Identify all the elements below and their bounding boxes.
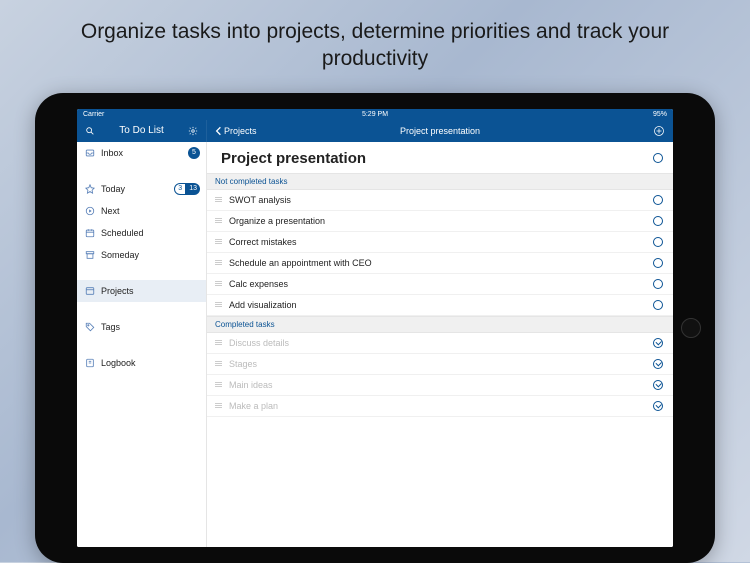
main-panel: Project presentation Not completed tasks… xyxy=(207,142,673,547)
task-label: Discuss details xyxy=(229,338,646,348)
task-completed-icon[interactable] xyxy=(653,359,663,369)
drag-handle-icon[interactable] xyxy=(215,281,222,285)
task-complete-toggle[interactable] xyxy=(653,258,663,268)
task-label: Main ideas xyxy=(229,380,646,390)
archive-icon xyxy=(85,250,95,260)
task-label: SWOT analysis xyxy=(229,195,646,205)
task-completed-icon[interactable] xyxy=(653,401,663,411)
task-row[interactable]: SWOT analysis xyxy=(207,190,673,211)
project-title: Project presentation xyxy=(221,150,366,167)
plus-circle-icon xyxy=(653,125,665,137)
sidebar-item-projects[interactable]: Projects xyxy=(77,280,206,302)
inbox-icon xyxy=(85,148,95,158)
sidebar-item-label: Today xyxy=(101,184,125,194)
task-label: Schedule an appointment with CEO xyxy=(229,258,646,268)
task-complete-toggle[interactable] xyxy=(653,195,663,205)
drag-handle-icon[interactable] xyxy=(215,361,222,365)
task-row[interactable]: Make a plan xyxy=(207,396,673,417)
status-time: 5:29 PM xyxy=(362,111,388,118)
drag-handle-icon[interactable] xyxy=(215,239,222,243)
section-not-completed: Not completed tasks xyxy=(207,173,673,190)
task-label: Organize a presentation xyxy=(229,216,646,226)
task-row[interactable]: Discuss details xyxy=(207,333,673,354)
back-label: Projects xyxy=(224,126,257,136)
ipad-frame: Carrier 5:29 PM 95% To Do List Projects … xyxy=(35,93,715,563)
sidebar-badge-pair: 3 13 xyxy=(174,183,200,195)
drag-handle-icon[interactable] xyxy=(215,302,222,306)
drag-handle-icon[interactable] xyxy=(215,197,222,201)
sidebar-title: To Do List xyxy=(119,125,163,136)
task-complete-toggle[interactable] xyxy=(653,237,663,247)
status-carrier: Carrier xyxy=(83,111,104,118)
task-row[interactable]: Add visualization xyxy=(207,295,673,316)
calendar-icon xyxy=(85,228,95,238)
add-button[interactable] xyxy=(653,125,665,137)
task-complete-toggle[interactable] xyxy=(653,300,663,310)
home-button[interactable] xyxy=(681,318,701,338)
back-button[interactable]: Projects xyxy=(215,126,257,136)
tag-icon xyxy=(85,322,95,332)
gear-icon[interactable] xyxy=(188,126,198,136)
task-label: Correct mistakes xyxy=(229,237,646,247)
task-completed-icon[interactable] xyxy=(653,338,663,348)
task-row[interactable]: Organize a presentation xyxy=(207,211,673,232)
task-complete-toggle[interactable] xyxy=(653,279,663,289)
content: Inbox 5 Today 3 13 Next xyxy=(77,142,673,547)
sidebar-item-label: Scheduled xyxy=(101,228,144,238)
nav-title: Project presentation xyxy=(400,126,480,136)
sidebar-item-next[interactable]: Next xyxy=(77,200,206,222)
drag-handle-icon[interactable] xyxy=(215,218,222,222)
section-completed: Completed tasks xyxy=(207,316,673,333)
task-row[interactable]: Stages xyxy=(207,354,673,375)
next-icon xyxy=(85,206,95,216)
search-icon[interactable] xyxy=(85,126,95,136)
sidebar-item-label: Logbook xyxy=(101,358,136,368)
sidebar-item-label: Someday xyxy=(101,250,139,260)
task-label: Stages xyxy=(229,359,646,369)
status-battery: 95% xyxy=(653,111,667,118)
task-label: Calc expenses xyxy=(229,279,646,289)
sidebar-item-logbook[interactable]: Logbook xyxy=(77,352,206,374)
screen: Carrier 5:29 PM 95% To Do List Projects … xyxy=(77,109,673,547)
sidebar-item-inbox[interactable]: Inbox 5 xyxy=(77,142,206,164)
task-row[interactable]: Schedule an appointment with CEO xyxy=(207,253,673,274)
task-complete-toggle[interactable] xyxy=(653,216,663,226)
top-nav-right: Projects Project presentation xyxy=(207,120,673,142)
status-bar: Carrier 5:29 PM 95% xyxy=(77,109,673,120)
task-row[interactable]: Correct mistakes xyxy=(207,232,673,253)
task-row[interactable]: Main ideas xyxy=(207,375,673,396)
sidebar-badge: 5 xyxy=(188,147,200,159)
projects-icon xyxy=(85,286,95,296)
sidebar-item-someday[interactable]: Someday xyxy=(77,244,206,266)
drag-handle-icon[interactable] xyxy=(215,340,222,344)
sidebar-item-label: Projects xyxy=(101,286,134,296)
logbook-icon xyxy=(85,358,95,368)
task-label: Add visualization xyxy=(229,300,646,310)
drag-handle-icon[interactable] xyxy=(215,403,222,407)
promo-caption: Organize tasks into projects, determine … xyxy=(0,0,750,85)
sidebar-item-label: Inbox xyxy=(101,148,123,158)
drag-handle-icon[interactable] xyxy=(215,382,222,386)
top-nav-left: To Do List xyxy=(77,120,207,142)
task-completed-icon[interactable] xyxy=(653,380,663,390)
sidebar-item-label: Next xyxy=(101,206,120,216)
drag-handle-icon[interactable] xyxy=(215,260,222,264)
sidebar: Inbox 5 Today 3 13 Next xyxy=(77,142,207,547)
project-complete-toggle[interactable] xyxy=(653,153,663,163)
sidebar-item-today[interactable]: Today 3 13 xyxy=(77,178,206,200)
top-nav: To Do List Projects Project presentation xyxy=(77,120,673,142)
star-icon xyxy=(85,184,95,194)
chevron-left-icon xyxy=(215,126,222,136)
project-header: Project presentation xyxy=(207,142,673,173)
sidebar-item-scheduled[interactable]: Scheduled xyxy=(77,222,206,244)
task-row[interactable]: Calc expenses xyxy=(207,274,673,295)
sidebar-item-label: Tags xyxy=(101,322,120,332)
sidebar-item-tags[interactable]: Tags xyxy=(77,316,206,338)
task-label: Make a plan xyxy=(229,401,646,411)
